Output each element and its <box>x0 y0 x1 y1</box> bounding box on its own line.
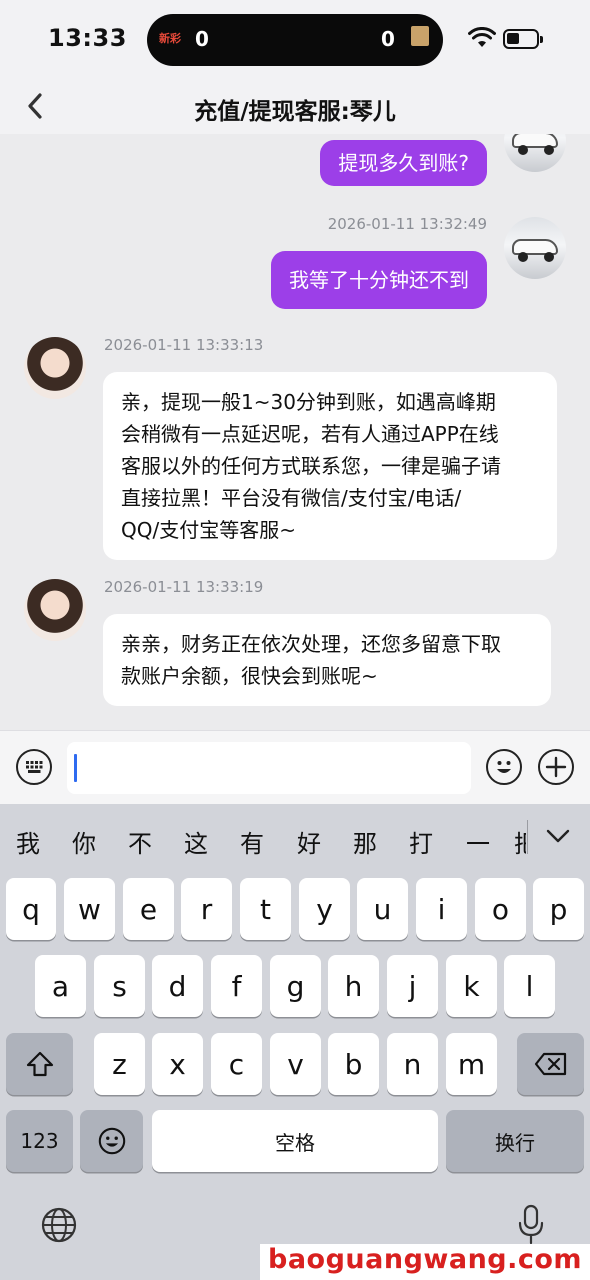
candidate-word[interactable]: 我 <box>16 824 40 859</box>
plus-icon <box>545 756 567 778</box>
return-key[interactable]: 换行 <box>446 1110 584 1172</box>
candidate-word[interactable]: 把 <box>514 824 526 859</box>
key-p[interactable]: p <box>533 878 584 940</box>
shift-icon <box>26 1051 53 1077</box>
key-z[interactable]: z <box>94 1033 145 1095</box>
chat-list[interactable]: 提现多久到账? 2026-01-11 13:32:49 我等了十分钟还不到 20… <box>0 134 590 730</box>
agent-avatar[interactable] <box>24 579 86 641</box>
candidate-word[interactable]: 有 <box>240 824 264 859</box>
key-g[interactable]: g <box>270 955 321 1017</box>
island-right-count: 0 <box>381 27 395 51</box>
emoji-icon <box>98 1127 125 1155</box>
key-q[interactable]: q <box>6 878 56 940</box>
message-line: 客服以外的任何方式联系您，一律是骗子请 <box>121 454 501 478</box>
user-avatar[interactable] <box>504 217 566 279</box>
message-line: QQ/支付宝等客服~ <box>121 518 296 542</box>
message-timestamp: 2026-01-11 13:32:49 <box>327 215 487 233</box>
message-line: 亲，提现一般1~30分钟到账，如遇高峰期 <box>121 390 496 414</box>
key-w[interactable]: w <box>64 878 115 940</box>
key-e[interactable]: e <box>123 878 174 940</box>
battery-level <box>507 33 519 44</box>
user-avatar[interactable] <box>504 134 566 172</box>
smiley-icon <box>497 761 511 773</box>
key-v[interactable]: v <box>270 1033 321 1095</box>
key-h[interactable]: h <box>328 955 379 1017</box>
key-i[interactable]: i <box>416 878 467 940</box>
key-x[interactable]: x <box>152 1033 203 1095</box>
key-d[interactable]: d <box>152 955 203 1017</box>
agent-avatar[interactable] <box>24 337 86 399</box>
candidate-word[interactable]: 这 <box>184 824 208 859</box>
key-l[interactable]: l <box>504 955 555 1017</box>
message-timestamp: 2026-01-11 13:33:13 <box>104 336 264 354</box>
key-t[interactable]: t <box>240 878 291 940</box>
candidate-word[interactable]: 你 <box>72 824 96 859</box>
text-caret <box>74 754 77 782</box>
nav-bar: 充值/提现客服:琴儿 <box>0 80 590 134</box>
wifi-icon <box>468 27 496 47</box>
message-timestamp: 2026-01-11 13:33:19 <box>104 578 264 596</box>
key-f[interactable]: f <box>211 955 262 1017</box>
watermark: baoguangwang.com <box>260 1244 590 1280</box>
key-o[interactable]: o <box>475 878 526 940</box>
keyboard-icon <box>26 761 43 773</box>
message-input[interactable] <box>67 742 471 794</box>
key-m[interactable]: m <box>446 1033 497 1095</box>
status-bar: 13:33 新彩 0 0 <box>0 0 590 80</box>
candidate-word[interactable]: 打 <box>409 824 433 859</box>
add-attachment-button[interactable] <box>538 749 574 785</box>
key-b[interactable]: b <box>328 1033 379 1095</box>
backspace-icon <box>534 1052 566 1076</box>
numbers-key[interactable]: 123 <box>6 1110 73 1172</box>
key-r[interactable]: r <box>181 878 232 940</box>
candidate-divider <box>527 820 528 854</box>
key-k[interactable]: k <box>446 955 497 1017</box>
box-icon <box>411 26 429 46</box>
key-s[interactable]: s <box>94 955 145 1017</box>
message-bubble-outgoing[interactable]: 提现多久到账? <box>320 140 487 186</box>
candidate-word[interactable]: 那 <box>353 824 377 859</box>
message-line: 会稍微有一点延迟呢，若有人通过APP在线 <box>121 422 499 446</box>
watermark-text: baoguangwang.com <box>268 1244 583 1275</box>
dynamic-island[interactable]: 新彩 0 0 <box>147 14 443 66</box>
emoji-key[interactable] <box>80 1110 143 1172</box>
microphone-icon[interactable] <box>518 1204 544 1246</box>
space-key[interactable]: 空格 <box>152 1110 438 1172</box>
game-logo-icon: 新彩 <box>159 32 181 45</box>
globe-icon[interactable] <box>40 1206 78 1244</box>
page-title: 充值/提现客服:琴儿 <box>194 99 396 125</box>
keyboard-toggle-button[interactable] <box>16 749 52 785</box>
message-line: 直接拉黑！平台没有微信/支付宝/电话/ <box>121 486 462 510</box>
candidate-word[interactable]: 不 <box>128 824 152 859</box>
key-a[interactable]: a <box>35 955 86 1017</box>
message-line: 款账户余额，很快会到账呢~ <box>121 664 378 688</box>
status-time: 13:33 <box>48 24 127 52</box>
candidate-word[interactable]: 好 <box>297 824 321 859</box>
key-u[interactable]: u <box>357 878 408 940</box>
key-y[interactable]: y <box>299 878 350 940</box>
delete-key[interactable] <box>517 1033 584 1095</box>
candidate-bar: 我 你 不 这 有 好 那 打 一 把 <box>0 804 590 868</box>
shift-key[interactable] <box>6 1033 73 1095</box>
message-line: 亲亲，财务正在依次处理，还您多留意下取 <box>121 632 501 656</box>
composer-bar <box>0 730 590 804</box>
message-bubble-incoming[interactable]: 亲，提现一般1~30分钟到账，如遇高峰期 会稍微有一点延迟呢，若有人通过APP在… <box>103 372 557 560</box>
chevron-down-icon[interactable] <box>545 824 571 848</box>
candidate-word[interactable]: 一 <box>466 824 490 859</box>
key-j[interactable]: j <box>387 955 438 1017</box>
battery-icon <box>503 29 543 49</box>
key-c[interactable]: c <box>211 1033 262 1095</box>
message-bubble-incoming[interactable]: 亲亲，财务正在依次处理，还您多留意下取 款账户余额，很快会到账呢~ <box>103 614 551 706</box>
system-keyboard: 我 你 不 这 有 好 那 打 一 把 q w e r t y u i o p … <box>0 804 590 1280</box>
emoji-button[interactable] <box>486 749 522 785</box>
key-n[interactable]: n <box>387 1033 438 1095</box>
message-bubble-outgoing[interactable]: 我等了十分钟还不到 <box>271 251 487 309</box>
island-left-count: 0 <box>195 27 209 51</box>
